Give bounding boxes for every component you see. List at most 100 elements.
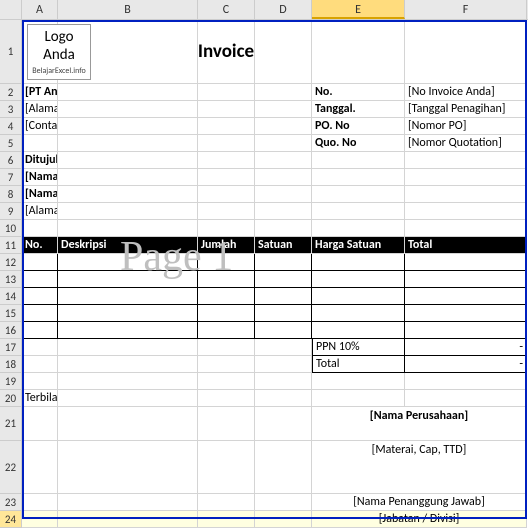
- cell[interactable]: [312, 271, 405, 288]
- cell[interactable]: [405, 220, 527, 237]
- cell[interactable]: [22, 135, 58, 152]
- cell[interactable]: [198, 339, 255, 356]
- sign-company[interactable]: [Nama Perusahaan]: [312, 407, 527, 441]
- cell[interactable]: [255, 339, 312, 356]
- cell[interactable]: [22, 305, 58, 322]
- th-qty[interactable]: Jumlah: [198, 237, 255, 254]
- row-17[interactable]: 17 PPN 10% -: [0, 339, 528, 356]
- cell[interactable]: [22, 356, 58, 373]
- cell[interactable]: [22, 271, 58, 288]
- cell[interactable]: [58, 118, 198, 135]
- cell[interactable]: [198, 118, 255, 135]
- row-header[interactable]: 15: [0, 305, 22, 322]
- cell[interactable]: [58, 203, 198, 220]
- row-12[interactable]: 12: [0, 254, 528, 271]
- cell[interactable]: [58, 339, 198, 356]
- sender-contact[interactable]: [Contact]: [22, 118, 58, 135]
- date-value[interactable]: [Tanggal Penagihan]: [405, 101, 527, 118]
- row-header[interactable]: 23: [0, 494, 22, 511]
- cell[interactable]: [58, 441, 198, 494]
- cell[interactable]: [198, 84, 255, 101]
- po-label[interactable]: PO. No: [312, 118, 405, 135]
- row-header[interactable]: 4: [0, 118, 22, 135]
- row-20[interactable]: 20 Terbilang :: [0, 390, 528, 407]
- cell[interactable]: [312, 220, 405, 237]
- cell[interactable]: [58, 322, 198, 339]
- recipient-name[interactable]: [Nama Orang Yang Dituju]: [22, 169, 58, 186]
- row-header[interactable]: 10: [0, 220, 22, 237]
- cell[interactable]: [255, 186, 312, 203]
- cell[interactable]: [312, 390, 405, 407]
- cell[interactable]: [58, 511, 198, 528]
- row-2[interactable]: 2 [PT Anda] No. [No Invoice Anda]: [0, 84, 528, 101]
- col-E[interactable]: E: [312, 0, 405, 19]
- col-F[interactable]: F: [405, 0, 527, 19]
- cell[interactable]: [58, 186, 198, 203]
- cell[interactable]: [22, 373, 58, 390]
- cell[interactable]: [198, 186, 255, 203]
- recipient-heading[interactable]: Ditujukan Kepada:: [22, 152, 58, 169]
- cell[interactable]: [255, 271, 312, 288]
- row-header[interactable]: 11: [0, 237, 22, 254]
- cell[interactable]: [255, 20, 312, 84]
- cell[interactable]: [312, 322, 405, 339]
- cell[interactable]: [255, 203, 312, 220]
- cell[interactable]: [255, 441, 312, 494]
- cell[interactable]: [58, 407, 198, 441]
- row-header[interactable]: 22: [0, 441, 22, 494]
- cell[interactable]: [22, 407, 58, 441]
- cell[interactable]: [312, 203, 405, 220]
- sign-title[interactable]: [Jabatan / Divisi]: [312, 511, 527, 528]
- cell[interactable]: [198, 152, 255, 169]
- cell[interactable]: [198, 390, 255, 407]
- cell[interactable]: [405, 169, 527, 186]
- row-9[interactable]: 9 [Alamat]: [0, 203, 528, 220]
- quo-label[interactable]: Quo. No: [312, 135, 405, 152]
- cell[interactable]: [255, 356, 312, 373]
- row-22[interactable]: 22 [Materai, Cap, TTD]: [0, 441, 528, 494]
- cell[interactable]: [58, 254, 198, 271]
- cell[interactable]: [312, 305, 405, 322]
- col-C[interactable]: C: [198, 0, 255, 19]
- total-value[interactable]: -: [405, 356, 527, 373]
- cell[interactable]: [255, 220, 312, 237]
- row-header[interactable]: 12: [0, 254, 22, 271]
- cell[interactable]: [255, 390, 312, 407]
- row-14[interactable]: 14: [0, 288, 528, 305]
- row-header[interactable]: 21: [0, 407, 22, 441]
- cell[interactable]: [255, 169, 312, 186]
- cell[interactable]: [58, 220, 198, 237]
- cell[interactable]: [405, 203, 527, 220]
- row-4[interactable]: 4 [Contact] PO. No [Nomor PO]: [0, 118, 528, 135]
- cell[interactable]: [255, 254, 312, 271]
- th-no[interactable]: No.: [22, 237, 58, 254]
- cell[interactable]: [198, 511, 255, 528]
- cell[interactable]: [198, 288, 255, 305]
- cell[interactable]: [255, 288, 312, 305]
- cell[interactable]: [22, 288, 58, 305]
- row-header[interactable]: 3: [0, 101, 22, 118]
- sign-stamp[interactable]: [Materai, Cap, TTD]: [312, 441, 527, 494]
- cell[interactable]: [22, 441, 58, 494]
- row-header[interactable]: 20: [0, 390, 22, 407]
- row-11[interactable]: 11 No. Deskripsi Jumlah Satuan Harga Sat…: [0, 237, 528, 254]
- cell[interactable]: [22, 494, 58, 511]
- cell[interactable]: [405, 20, 527, 84]
- cell[interactable]: [198, 407, 255, 441]
- col-D[interactable]: D: [255, 0, 312, 19]
- cell[interactable]: [58, 373, 198, 390]
- row-header[interactable]: 19: [0, 373, 22, 390]
- cell[interactable]: [255, 118, 312, 135]
- cell[interactable]: [58, 494, 198, 511]
- cell[interactable]: [22, 254, 58, 271]
- terbilang-label[interactable]: Terbilang :: [22, 390, 58, 407]
- row-header[interactable]: 18: [0, 356, 22, 373]
- cell[interactable]: [58, 271, 198, 288]
- row-10[interactable]: 10: [0, 220, 528, 237]
- row-header[interactable]: 7: [0, 169, 22, 186]
- cell[interactable]: [198, 135, 255, 152]
- cell[interactable]: [58, 169, 198, 186]
- cell[interactable]: [22, 511, 58, 528]
- row-header[interactable]: 14: [0, 288, 22, 305]
- cell[interactable]: [198, 254, 255, 271]
